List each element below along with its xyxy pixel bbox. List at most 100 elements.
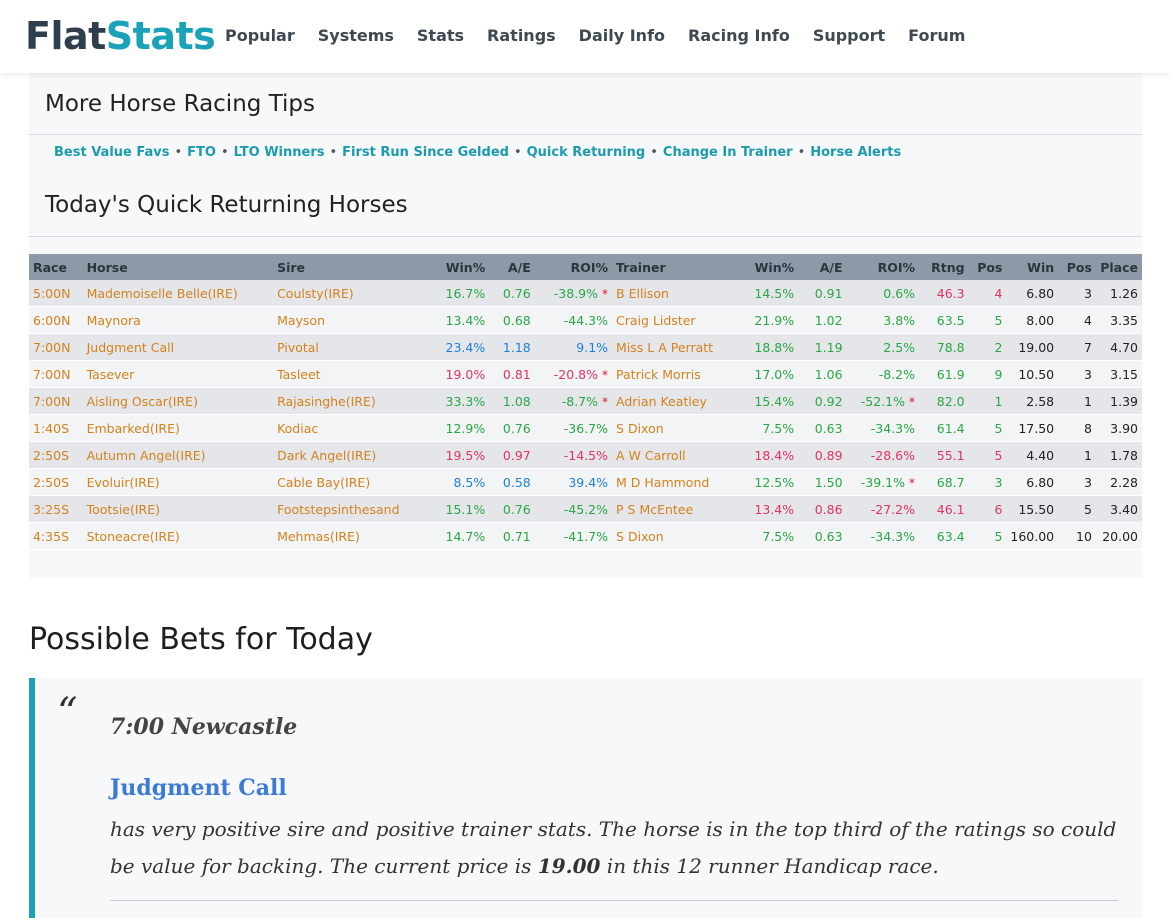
rating-cell-text: 61.4 (936, 420, 965, 436)
win-price-cell: 4.40 (1006, 441, 1059, 469)
nav-item-support[interactable]: Support (813, 26, 885, 46)
separator: • (650, 145, 658, 160)
place-price-cell-text: 3.40 (1110, 501, 1138, 517)
trainer-link[interactable]: S Dixon (612, 414, 751, 442)
horse-link[interactable]: Tasever (82, 360, 274, 388)
sire-win-cell: 19.0% (410, 360, 490, 388)
race-cell[interactable]: 5:00N (29, 280, 83, 307)
nav-item-daily-info[interactable]: Daily Info (579, 26, 665, 46)
col-pos2[interactable]: Pos (1058, 254, 1096, 280)
col-sire-win[interactable]: Win% (410, 254, 490, 280)
sire-link[interactable]: Rajasinghe(IRE) (273, 387, 411, 415)
race-cell[interactable]: 7:00N (29, 360, 83, 388)
horse-link[interactable]: Aisling Oscar(IRE) (82, 387, 274, 415)
trainer-link[interactable]: Craig Lidster (612, 306, 751, 334)
trainer-roi-cell-text: 2.5% (883, 339, 916, 355)
bet-horse-link[interactable]: Judgment Call (110, 774, 287, 802)
link-fto[interactable]: FTO (187, 145, 216, 160)
race-cell[interactable]: 3:25S (29, 495, 83, 523)
col-trainer[interactable]: Trainer (612, 254, 751, 280)
sire-win-cell: 16.7% (410, 280, 490, 307)
sire-link[interactable]: Cable Bay(IRE) (273, 468, 411, 496)
col-sire-roi[interactable]: ROI% (534, 254, 613, 280)
horse-link[interactable]: Autumn Angel(IRE) (82, 441, 274, 469)
col-sire-ae[interactable]: A/E (489, 254, 535, 280)
sire-link[interactable]: Mayson (273, 306, 411, 334)
sire-roi-cell: -8.7% * (534, 387, 613, 415)
link-change-in-trainer[interactable]: Change In Trainer (663, 145, 793, 160)
link-first-run-since-gelded[interactable]: First Run Since Gelded (342, 145, 509, 160)
nav-item-racing-info[interactable]: Racing Info (688, 26, 790, 46)
trainer-link[interactable]: M D Hammond (612, 468, 751, 496)
trainer-win-cell-text: 21.9% (754, 312, 795, 328)
nav-item-systems[interactable]: Systems (318, 26, 394, 46)
horse-link-text: Evoluir(IRE) (86, 474, 160, 490)
col-pos[interactable]: Pos (968, 254, 1007, 280)
link-best-value-favs[interactable]: Best Value Favs (54, 145, 169, 160)
nav-item-ratings[interactable]: Ratings (487, 26, 556, 46)
horse-link-text: Tootsie(IRE) (86, 501, 161, 517)
horse-link[interactable]: Mademoiselle Belle(IRE) (82, 280, 274, 307)
pos-cell: 5 (968, 441, 1007, 469)
flatstats-logo[interactable]: FlatStats (25, 14, 216, 58)
sire-win-cell: 23.4% (410, 333, 490, 361)
trainer-link[interactable]: Patrick Morris (612, 360, 751, 388)
horse-link[interactable]: Judgment Call (82, 333, 274, 361)
race-cell[interactable]: 2:50S (29, 468, 83, 496)
trainer-link[interactable]: A W Carroll (612, 441, 751, 469)
trainer-link-text: P S McEntee (616, 501, 694, 517)
trainer-link[interactable]: P S McEntee (612, 495, 751, 523)
pos2-cell: 10 (1058, 522, 1096, 550)
sire-link[interactable]: Coulsty(IRE) (273, 280, 411, 307)
race-cell[interactable]: 4:35S (29, 522, 83, 550)
horse-link[interactable]: Embarked(IRE) (82, 414, 274, 442)
link-quick-returning[interactable]: Quick Returning (527, 145, 646, 160)
sire-link[interactable]: Pivotal (273, 333, 411, 361)
win-price-cell-text: 4.40 (1026, 447, 1055, 463)
col-sire[interactable]: Sire (273, 254, 411, 280)
horse-link[interactable]: Maynora (82, 306, 274, 334)
horse-link[interactable]: Stoneacre(IRE) (82, 522, 274, 550)
nav-item-popular[interactable]: Popular (225, 26, 295, 46)
col-race[interactable]: Race (29, 254, 83, 280)
sire-link[interactable]: Mehmas(IRE) (273, 522, 411, 550)
sire-link[interactable]: Dark Angel(IRE) (273, 441, 411, 469)
col-trainer-ae[interactable]: A/E (798, 254, 847, 280)
horse-link-text: Maynora (86, 312, 141, 328)
sire-link[interactable]: Kodiac (273, 414, 411, 442)
col-trainer-roi[interactable]: ROI% (846, 254, 920, 280)
col-place[interactable]: Place (1095, 254, 1142, 280)
race-cell-text: 5:00N (33, 285, 71, 301)
sire-win-cell-text: 15.1% (445, 501, 486, 517)
race-cell[interactable]: 7:00N (29, 333, 83, 361)
race-cell[interactable]: 2:50S (29, 441, 83, 469)
race-cell[interactable]: 6:00N (29, 306, 83, 334)
pos-cell-text: 9 (994, 366, 1003, 382)
col-rating[interactable]: Rtng (919, 254, 969, 280)
nav-item-stats[interactable]: Stats (417, 26, 464, 46)
rating-cell-text: 63.4 (936, 528, 965, 544)
win-price-cell-text: 6.80 (1026, 474, 1055, 490)
trainer-win-cell: 13.4% (750, 495, 799, 523)
trainer-roi-cell-text: -28.6% (870, 447, 916, 463)
horse-link[interactable]: Evoluir(IRE) (82, 468, 274, 496)
trainer-link[interactable]: Miss L A Perratt (612, 333, 751, 361)
table-row: 7:00N Judgment Call Pivotal 23.4% 1.18 9.1% Mi… (29, 333, 1142, 361)
sire-link[interactable]: Footstepsinthesand (273, 495, 411, 523)
trainer-link[interactable]: B Ellison (612, 280, 751, 307)
trainer-link[interactable]: S Dixon (612, 522, 751, 550)
race-cell[interactable]: 7:00N (29, 387, 83, 415)
sire-link[interactable]: Tasleet (273, 360, 411, 388)
race-cell[interactable]: 1:40S (29, 414, 83, 442)
nav-item-forum[interactable]: Forum (908, 26, 965, 46)
link-horse-alerts[interactable]: Horse Alerts (810, 145, 901, 160)
trainer-ae-cell: 0.92 (798, 387, 847, 415)
col-win[interactable]: Win (1006, 254, 1059, 280)
link-lto-winners[interactable]: LTO Winners (234, 145, 325, 160)
sire-ae-cell: 0.76 (489, 414, 535, 442)
col-horse[interactable]: Horse (82, 254, 274, 280)
horse-link[interactable]: Tootsie(IRE) (82, 495, 274, 523)
pos2-cell: 1 (1058, 387, 1096, 415)
col-trainer-win[interactable]: Win% (750, 254, 799, 280)
trainer-link[interactable]: Adrian Keatley (612, 387, 751, 415)
